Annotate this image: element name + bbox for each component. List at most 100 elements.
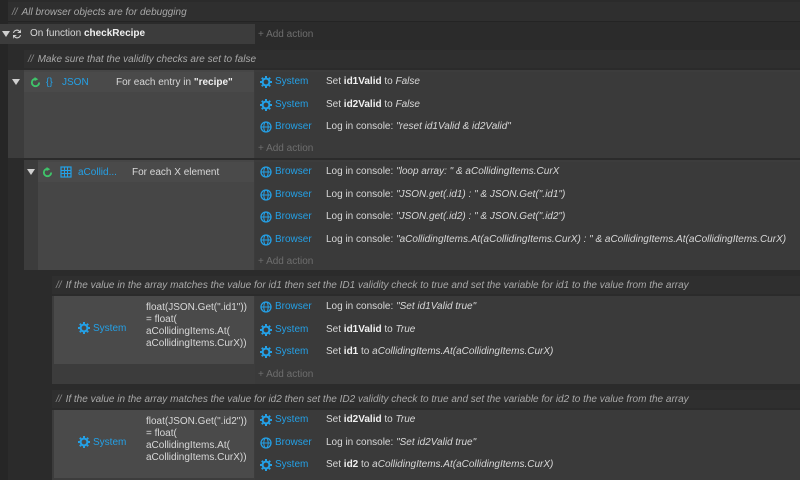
- action-row[interactable]: System Set id1Valid to False: [256, 72, 800, 92]
- function-event-block[interactable]: On function checkRecipe: [0, 24, 255, 44]
- action-pre: Set: [326, 76, 344, 87]
- json-condition-row[interactable]: {} JSON For each entry in "recipe": [12, 72, 254, 92]
- action-text: Log in console: "JSON.get(.id1) : " & JS…: [326, 189, 565, 200]
- action-object: System: [275, 76, 309, 87]
- action-text: Set id1Valid to True: [326, 324, 415, 335]
- add-action-link[interactable]: + Add action: [258, 143, 313, 154]
- action-mid: to: [358, 346, 373, 357]
- action-text: Log in console: "aCollidingItems.At(aCol…: [326, 234, 786, 245]
- action-row[interactable]: System Set id2Valid to False: [256, 95, 800, 115]
- collapse-arrow-icon[interactable]: [27, 169, 35, 175]
- action-mid: to: [381, 323, 396, 335]
- action-object: System: [275, 98, 309, 110]
- action-value: True: [395, 323, 416, 335]
- json-condition-text: For each entry in "recipe": [116, 77, 233, 88]
- array-condition-text: For each X element: [132, 167, 220, 178]
- action-row[interactable]: System Set id2 to aCollidingItems.At(aCol…: [256, 455, 800, 475]
- array-condition-row[interactable]: aCollid... For each X element: [27, 162, 254, 182]
- collapse-arrow-icon[interactable]: [12, 79, 20, 85]
- condition-line: aCollidingItems.At(: [146, 326, 230, 337]
- id2-condition-row[interactable]: System float(JSON.Get(".id2")) = float( …: [54, 410, 254, 478]
- condition-prefix: For each entry in: [116, 77, 192, 88]
- action-text: Log in console: "reset id1Valid & id2Val…: [326, 121, 511, 132]
- action-pre: Set: [326, 414, 344, 425]
- action-object: System: [275, 346, 309, 357]
- action-text: Log in console: "loop array: " & aCollid…: [326, 166, 559, 177]
- action-row[interactable]: Browser Log in console: "JSON.get(.id1) :…: [256, 185, 800, 205]
- id2-condition-text: float(JSON.Get(".id2")) = float( aCollid…: [146, 416, 247, 464]
- action-object: Browser: [275, 301, 312, 312]
- add-action-link[interactable]: + Add action: [258, 369, 313, 380]
- function-prefix: On function: [30, 28, 82, 39]
- action-object: Browser: [275, 211, 312, 222]
- comment-text: If the value in the array matches the va…: [65, 394, 689, 405]
- id1-condition-row[interactable]: System float(JSON.Get(".id1")) = float( …: [54, 296, 254, 364]
- condition-line: aCollidingItems.CurX)): [146, 452, 247, 463]
- action-object: Browser: [275, 166, 312, 177]
- action-object: System: [275, 459, 309, 470]
- action-value: "aCollidingItems.At(aCollidingItems.CurX…: [396, 233, 787, 245]
- action-pre: Set: [326, 98, 344, 110]
- action-row[interactable]: System Set id1Valid to True: [256, 320, 800, 340]
- action-mid: to: [381, 76, 396, 87]
- action-row[interactable]: Browser Log in console: "aCollidingItems.…: [256, 230, 800, 250]
- loop-icon: [42, 167, 53, 178]
- action-row[interactable]: Browser Log in console: "JSON.get(.id2) :…: [256, 207, 800, 227]
- gear-icon: [78, 322, 90, 334]
- action-pre: Set: [326, 346, 344, 357]
- action-var: id1: [343, 346, 359, 357]
- add-action-link[interactable]: + Add action: [258, 256, 313, 267]
- array-grid-icon: [60, 166, 72, 178]
- add-action-function[interactable]: + Add action: [258, 29, 313, 40]
- action-object: Browser: [275, 188, 312, 200]
- gutter: [0, 0, 8, 480]
- action-text: Log in console: "Set id2Valid true": [326, 437, 476, 448]
- action-row[interactable]: Browser Log in console: "Set id2Valid tru…: [256, 433, 800, 453]
- comment-id2[interactable]: //If the value in the array matches the …: [52, 390, 800, 408]
- action-mid: to: [358, 459, 373, 470]
- action-row[interactable]: System Set id2Valid to True: [256, 410, 800, 430]
- action-value: "Set id1Valid true": [396, 301, 477, 312]
- action-text: Log in console: "Set id1Valid true": [326, 301, 476, 312]
- json-object-name: JSON: [62, 77, 89, 88]
- id2-object-name: System: [93, 437, 127, 448]
- loop-icon: [30, 77, 41, 88]
- comment-validity[interactable]: //Make sure that the validity checks are…: [24, 50, 800, 68]
- comment-slashes: //: [12, 7, 18, 18]
- condition-line: = float(: [146, 314, 177, 325]
- action-var: id2: [343, 459, 359, 470]
- action-value: "loop array: " & aCollidingItems.CurX: [396, 166, 560, 177]
- action-pre: Log in console:: [326, 436, 397, 448]
- comment-text: Make sure that the validity checks are s…: [37, 54, 256, 65]
- action-value: False: [395, 98, 420, 110]
- condition-line: = float(: [146, 428, 177, 439]
- action-pre: Log in console:: [326, 121, 397, 132]
- comment-text: All browser objects are for debugging: [21, 7, 187, 18]
- action-mid: to: [381, 98, 396, 110]
- action-row[interactable]: Browser Log in console: "loop array: " & …: [256, 162, 800, 182]
- gear-icon: [78, 436, 90, 448]
- condition-line: aCollidingItems.At(: [146, 440, 230, 451]
- condition-line: float(JSON.Get(".id2")): [146, 416, 248, 427]
- action-value: False: [395, 76, 420, 87]
- action-value: True: [395, 414, 416, 425]
- id1-condition-text: float(JSON.Get(".id1")) = float( aCollid…: [146, 302, 247, 350]
- action-row[interactable]: Browser Log in console: "reset id1Valid &…: [256, 117, 800, 137]
- collapse-arrow-icon[interactable]: [2, 31, 10, 37]
- action-pre: Log in console:: [326, 233, 397, 245]
- comment-top[interactable]: //All browser objects are for debugging: [8, 2, 800, 22]
- comment-text: If the value in the array matches the va…: [65, 280, 689, 291]
- comment-slashes: //: [56, 394, 62, 405]
- function-loop-icon: [13, 29, 21, 39]
- action-object: Browser: [275, 436, 312, 448]
- action-row[interactable]: System Set id1 to aCollidingItems.At(aCol…: [256, 342, 800, 362]
- action-text: Log in console: "JSON.get(.id2) : " & JS…: [326, 211, 565, 222]
- action-var: id1Valid: [343, 76, 382, 87]
- array-object-name: aCollid...: [78, 167, 117, 178]
- action-row[interactable]: Browser Log in console: "Set id1Valid tru…: [256, 297, 800, 317]
- condition-line: aCollidingItems.CurX)): [146, 338, 247, 349]
- action-value: "Set id2Valid true": [396, 436, 477, 448]
- action-var: id1Valid: [343, 323, 382, 335]
- comment-id1[interactable]: //If the value in the array matches the …: [52, 276, 800, 294]
- action-object: System: [275, 414, 309, 425]
